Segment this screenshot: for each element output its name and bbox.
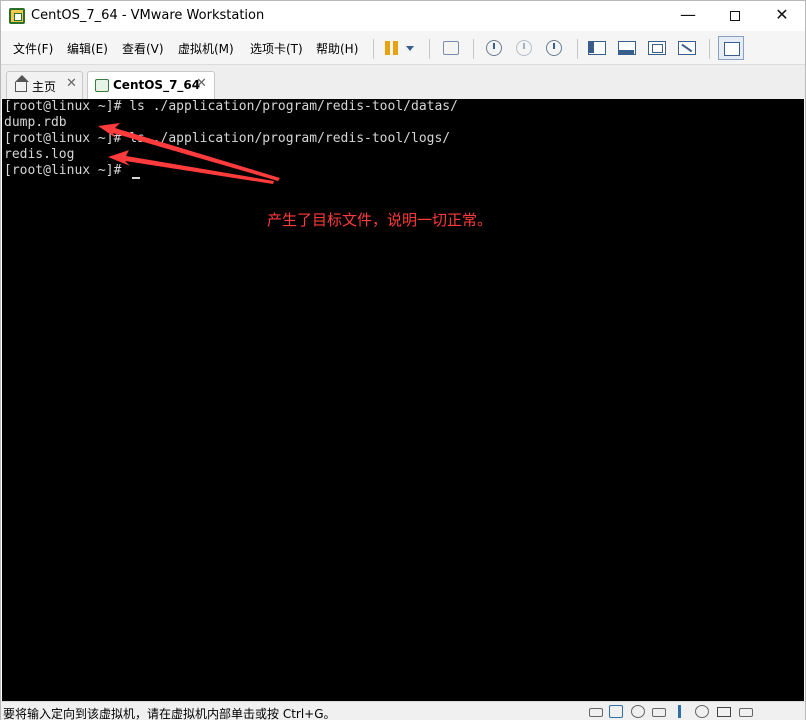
annotation-arrows [98, 123, 280, 184]
menu-vm[interactable]: 虚拟机(M) [178, 40, 234, 57]
title-bar: CentOS_7_64 - VMware Workstation — ✕ [1, 1, 805, 31]
show-thumbnail-bar-icon[interactable] [618, 41, 636, 55]
printer-icon[interactable] [652, 708, 666, 717]
sound-icon[interactable] [695, 705, 709, 718]
toolbar-separator [709, 39, 710, 59]
home-icon [15, 75, 29, 92]
usb-icon[interactable] [673, 705, 687, 718]
tab-home[interactable]: 主页 ✕ [6, 71, 83, 99]
show-library-icon[interactable] [588, 41, 606, 55]
menu-help[interactable]: 帮助(H) [316, 40, 358, 57]
hard-disk-icon[interactable] [589, 708, 603, 717]
maximize-icon [730, 11, 740, 21]
toolbar-separator [429, 39, 430, 59]
menu-bar: 文件(F) 编辑(E) 查看(V) 虚拟机(M) 选项卡(T) 帮助(H) [1, 31, 805, 65]
status-message: 要将输入定向到该虚拟机，请在虚拟机内部单击或按 Ctrl+G。 [3, 707, 336, 720]
console-view-icon[interactable] [718, 36, 744, 60]
message-icon[interactable] [739, 708, 753, 717]
status-bar: 要将输入定向到该虚拟机，请在虚拟机内部单击或按 Ctrl+G。 [1, 701, 805, 720]
vm-console[interactable]: [root@linux ~]# ls ./application/program… [2, 99, 804, 701]
tab-home-label: 主页 [32, 80, 57, 94]
send-ctrl-alt-del-icon[interactable] [443, 41, 459, 55]
window-title: CentOS_7_64 - VMware Workstation [31, 8, 265, 23]
toolbar-separator [373, 39, 374, 59]
display-icon[interactable] [717, 707, 731, 717]
full-screen-icon[interactable] [648, 41, 666, 55]
tab-centos-vm[interactable]: CentOS_7_64 ✕ [87, 71, 215, 99]
snapshot-manager-icon[interactable] [546, 40, 562, 56]
tab-home-close-icon[interactable]: ✕ [66, 76, 77, 91]
vmware-window: CentOS_7_64 - VMware Workstation — ✕ 文件(… [0, 0, 806, 720]
menu-edit[interactable]: 编辑(E) [67, 40, 108, 57]
pause-dropdown-icon[interactable] [404, 39, 416, 57]
minimize-button[interactable]: — [665, 1, 711, 31]
pause-icon[interactable] [383, 39, 403, 57]
tab-centos-close-icon[interactable]: ✕ [196, 76, 207, 91]
unity-icon[interactable] [678, 41, 696, 55]
menu-view[interactable]: 查看(V) [122, 40, 164, 57]
tab-centos-label: CentOS_7_64 [113, 78, 201, 92]
toolbar-separator [577, 39, 578, 59]
annotation-text: 产生了目标文件，说明一切正常。 [267, 211, 493, 229]
revert-snapshot-icon[interactable] [516, 40, 532, 56]
vm-icon [95, 79, 109, 92]
tab-bar: 主页 ✕ CentOS_7_64 ✕ [1, 65, 805, 99]
cd-icon[interactable] [631, 705, 645, 718]
maximize-button[interactable] [712, 1, 758, 31]
network-icon[interactable] [609, 705, 623, 718]
snapshot-icon[interactable] [486, 40, 502, 56]
close-button[interactable]: ✕ [759, 1, 805, 31]
menu-file[interactable]: 文件(F) [13, 40, 53, 57]
toolbar-separator [473, 39, 474, 59]
menu-tabs[interactable]: 选项卡(T) [250, 40, 303, 57]
vmware-app-icon [9, 8, 25, 24]
